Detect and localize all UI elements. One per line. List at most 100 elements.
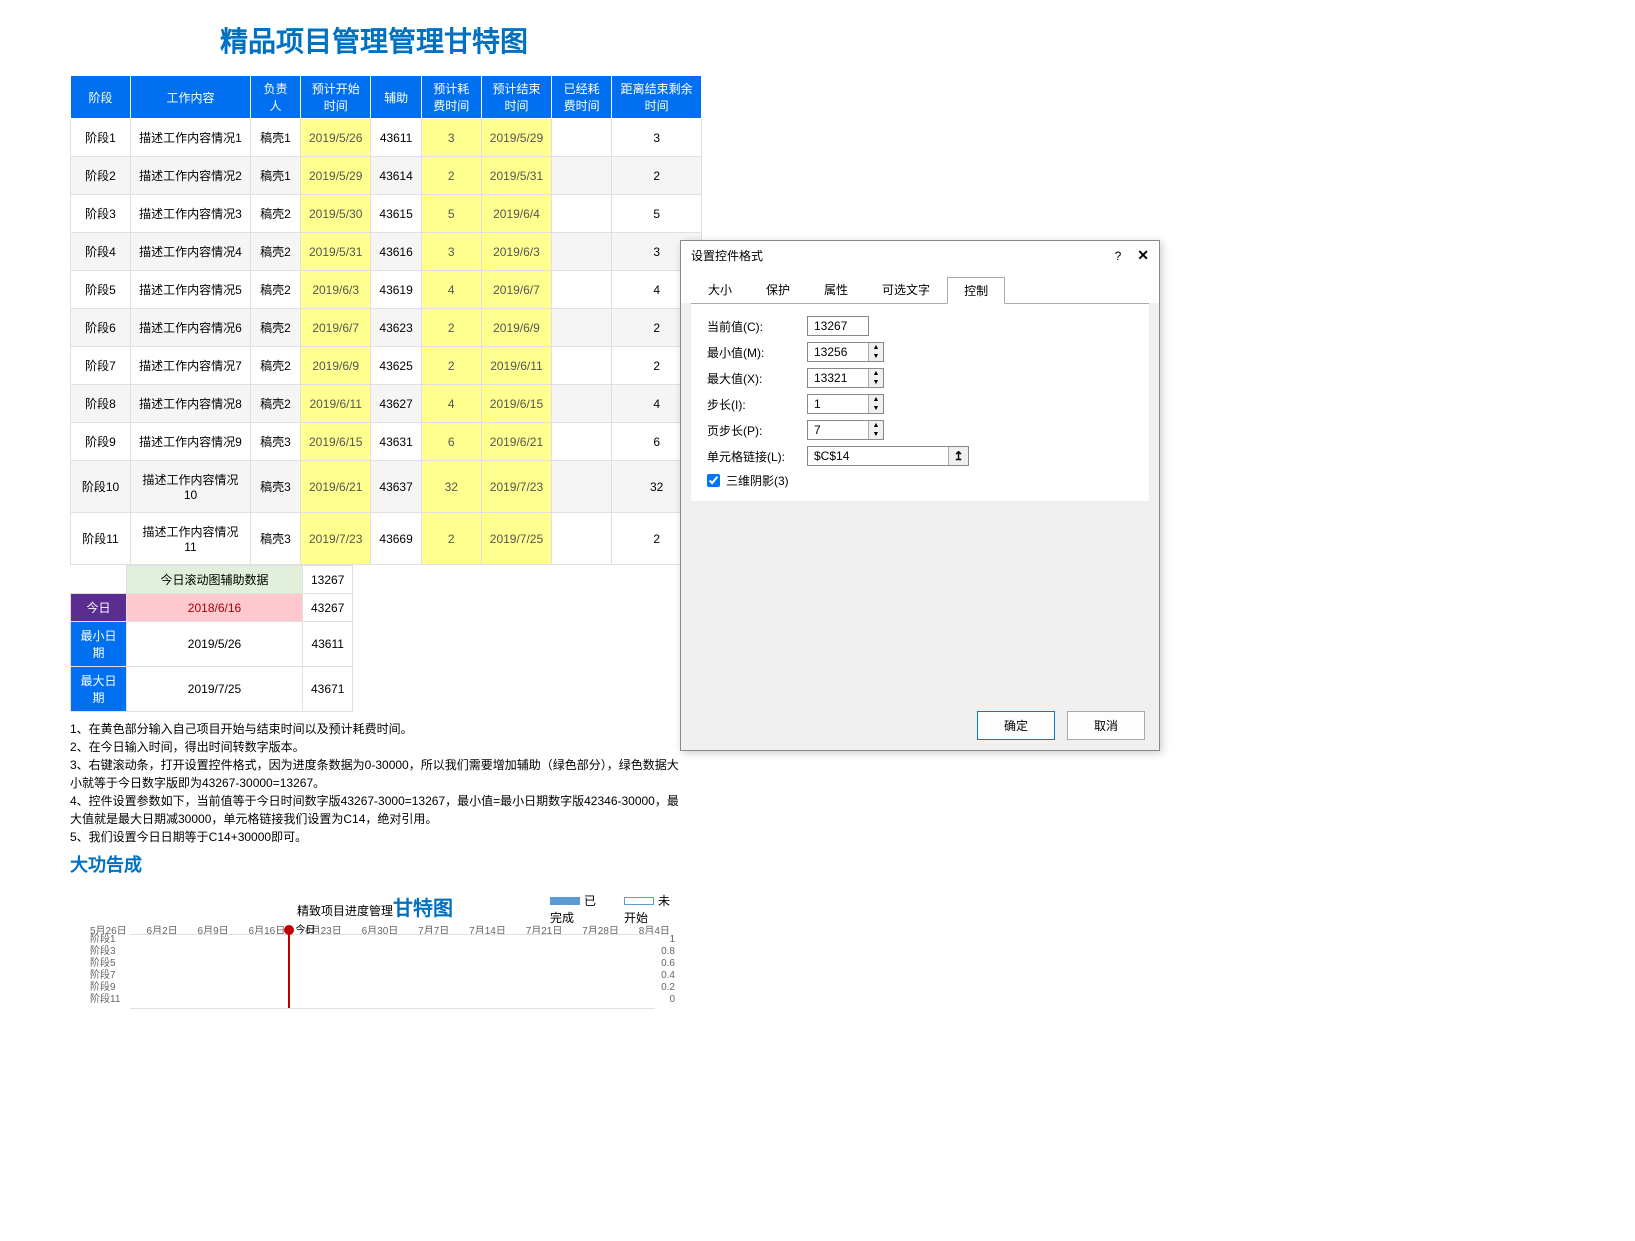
- cell[interactable]: 2019/6/9: [481, 309, 551, 347]
- cell[interactable]: 43637: [371, 461, 421, 513]
- cell[interactable]: [552, 461, 612, 513]
- table-row[interactable]: 阶段5描述工作内容情况5稿壳22019/6/34361942019/6/74: [71, 271, 702, 309]
- table-row[interactable]: 阶段4描述工作内容情况4稿壳22019/5/314361632019/6/33: [71, 233, 702, 271]
- cell[interactable]: 43615: [371, 195, 421, 233]
- cell[interactable]: 2019/6/15: [481, 385, 551, 423]
- cell[interactable]: 描述工作内容情况8: [131, 385, 251, 423]
- cell[interactable]: 2019/5/29: [301, 157, 371, 195]
- dialog-titlebar[interactable]: 设置控件格式 ? ✕: [681, 241, 1159, 270]
- cell[interactable]: 43616: [371, 233, 421, 271]
- cell[interactable]: 阶段6: [71, 309, 131, 347]
- cell[interactable]: 2019/6/9: [301, 347, 371, 385]
- tab-保护[interactable]: 保护: [749, 276, 807, 303]
- cell[interactable]: 描述工作内容情况6: [131, 309, 251, 347]
- page-step-input[interactable]: [808, 421, 868, 439]
- table-row[interactable]: 阶段1描述工作内容情况1稿壳12019/5/264361132019/5/293: [71, 119, 702, 157]
- cell[interactable]: 描述工作内容情况10: [131, 461, 251, 513]
- cell[interactable]: 43611: [371, 119, 421, 157]
- cell[interactable]: [552, 233, 612, 271]
- cell[interactable]: 2019/7/23: [301, 513, 371, 565]
- cell[interactable]: 稿壳2: [251, 271, 301, 309]
- table-row[interactable]: 阶段2描述工作内容情况2稿壳12019/5/294361422019/5/312: [71, 157, 702, 195]
- shadow-checkbox[interactable]: [707, 474, 720, 487]
- cell[interactable]: 2: [421, 347, 481, 385]
- max-value-input[interactable]: [808, 369, 868, 387]
- cell[interactable]: 稿壳3: [251, 513, 301, 565]
- dialog-close-icon[interactable]: ✕: [1137, 247, 1149, 264]
- cell[interactable]: 2019/7/23: [481, 461, 551, 513]
- cell[interactable]: 阶段4: [71, 233, 131, 271]
- cell[interactable]: 2019/5/29: [481, 119, 551, 157]
- cell[interactable]: 描述工作内容情况11: [131, 513, 251, 565]
- table-row[interactable]: 阶段3描述工作内容情况3稿壳22019/5/304361552019/6/45: [71, 195, 702, 233]
- ok-button[interactable]: 确定: [977, 711, 1055, 740]
- cell[interactable]: 阶段3: [71, 195, 131, 233]
- cell[interactable]: 阶段8: [71, 385, 131, 423]
- spin-down-icon[interactable]: ▼: [869, 352, 883, 361]
- cell[interactable]: 2: [421, 513, 481, 565]
- cell[interactable]: [552, 309, 612, 347]
- cell[interactable]: 5: [421, 195, 481, 233]
- cell-link-input[interactable]: [808, 447, 948, 465]
- current-value-input[interactable]: [808, 317, 868, 335]
- table-row[interactable]: 阶段11描述工作内容情况11稿壳32019/7/234366922019/7/2…: [71, 513, 702, 565]
- cell[interactable]: 描述工作内容情况1: [131, 119, 251, 157]
- cell[interactable]: 稿壳2: [251, 195, 301, 233]
- cell[interactable]: 2: [612, 157, 702, 195]
- cell[interactable]: 阶段1: [71, 119, 131, 157]
- cell[interactable]: 阶段7: [71, 347, 131, 385]
- cell[interactable]: 3: [421, 233, 481, 271]
- today-value[interactable]: 2018/6/16: [127, 594, 303, 622]
- spin-up-icon[interactable]: ▲: [869, 395, 883, 404]
- spin-up-icon[interactable]: ▲: [869, 369, 883, 378]
- cell[interactable]: 阶段10: [71, 461, 131, 513]
- cell[interactable]: [552, 119, 612, 157]
- spin-up-icon[interactable]: ▲: [869, 343, 883, 352]
- cell[interactable]: 稿壳3: [251, 461, 301, 513]
- cell[interactable]: 描述工作内容情况7: [131, 347, 251, 385]
- cell[interactable]: 描述工作内容情况5: [131, 271, 251, 309]
- cell[interactable]: 2019/5/30: [301, 195, 371, 233]
- min-value-input[interactable]: [808, 343, 868, 361]
- table-row[interactable]: 阶段10描述工作内容情况10稿壳32019/6/2143637322019/7/…: [71, 461, 702, 513]
- cell[interactable]: 2019/6/7: [481, 271, 551, 309]
- cell[interactable]: 32: [421, 461, 481, 513]
- cell[interactable]: 阶段9: [71, 423, 131, 461]
- spin-up-icon[interactable]: ▲: [869, 421, 883, 430]
- cell[interactable]: [552, 271, 612, 309]
- cell[interactable]: [552, 157, 612, 195]
- step-input[interactable]: [808, 395, 868, 413]
- cell[interactable]: 2019/6/3: [481, 233, 551, 271]
- cell[interactable]: 43619: [371, 271, 421, 309]
- cell[interactable]: [552, 385, 612, 423]
- cancel-button[interactable]: 取消: [1067, 711, 1145, 740]
- cell[interactable]: 43614: [371, 157, 421, 195]
- cell[interactable]: 阶段5: [71, 271, 131, 309]
- cell[interactable]: 43623: [371, 309, 421, 347]
- cell[interactable]: 阶段2: [71, 157, 131, 195]
- cell[interactable]: 2019/5/31: [301, 233, 371, 271]
- tab-可选文字[interactable]: 可选文字: [865, 276, 947, 303]
- cell[interactable]: 2: [421, 309, 481, 347]
- cell[interactable]: 3: [612, 119, 702, 157]
- cell[interactable]: 43627: [371, 385, 421, 423]
- cell[interactable]: 4: [421, 271, 481, 309]
- cell[interactable]: 43631: [371, 423, 421, 461]
- cell[interactable]: 阶段11: [71, 513, 131, 565]
- cell[interactable]: 2019/6/21: [481, 423, 551, 461]
- cell[interactable]: 2019/6/11: [481, 347, 551, 385]
- cell[interactable]: 2019/5/31: [481, 157, 551, 195]
- cell[interactable]: 2019/6/3: [301, 271, 371, 309]
- cell[interactable]: 2: [421, 157, 481, 195]
- cell[interactable]: 稿壳2: [251, 233, 301, 271]
- table-row[interactable]: 阶段6描述工作内容情况6稿壳22019/6/74362322019/6/92: [71, 309, 702, 347]
- cell[interactable]: 2019/6/4: [481, 195, 551, 233]
- cell[interactable]: [552, 195, 612, 233]
- table-row[interactable]: 阶段8描述工作内容情况8稿壳22019/6/114362742019/6/154: [71, 385, 702, 423]
- cell[interactable]: 稿壳2: [251, 385, 301, 423]
- cell[interactable]: [552, 423, 612, 461]
- cell[interactable]: 6: [421, 423, 481, 461]
- table-row[interactable]: 阶段9描述工作内容情况9稿壳32019/6/154363162019/6/216: [71, 423, 702, 461]
- dialog-help-icon[interactable]: ?: [1115, 249, 1122, 263]
- table-row[interactable]: 阶段7描述工作内容情况7稿壳22019/6/94362522019/6/112: [71, 347, 702, 385]
